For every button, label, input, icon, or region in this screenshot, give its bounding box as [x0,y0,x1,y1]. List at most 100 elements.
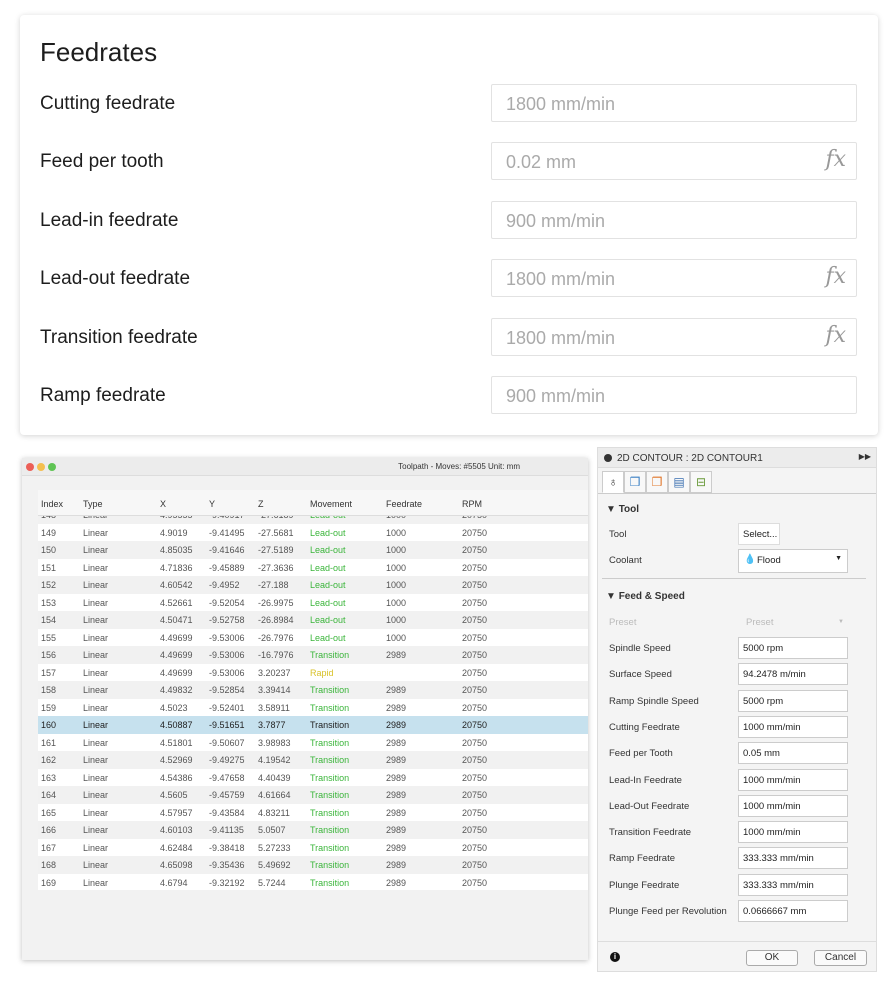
tool-select-button[interactable]: Select... [738,523,780,545]
table-row[interactable]: 166 Linear 4.60103 -9.41135 5.0507 Transition… [38,821,588,839]
table-row[interactable]: 168 Linear 4.65098 -9.35436 5.49692 Transitio… [38,856,588,874]
feed-speed-section-title[interactable]: Feed & Speed [619,591,685,602]
parameter-input[interactable]: 0.05 mm [738,742,848,765]
table-row[interactable]: 154 Linear 4.50471 -9.52758 -26.8984 Lead-out… [38,611,588,629]
passes-icon: ▤ [673,475,685,489]
cell-movement: Transition [310,825,350,835]
cell-index: 159 [41,702,57,713]
cell-z: 3.58911 [258,702,290,713]
table-row[interactable]: 153 Linear 4.52661 -9.52054 -26.9975 Lead-out… [38,594,588,612]
tool-section-title[interactable]: Tool [619,504,639,515]
table-row[interactable]: 157 Linear 4.49699 -9.53006 3.20237 Rapid 2075… [38,664,588,682]
cell-x: 4.51801 [160,737,193,748]
parameter-input[interactable]: 5000 rpm [738,637,848,659]
column-header-x[interactable]: X [160,499,166,509]
cell-z: 5.0507 [258,825,286,835]
column-header-rpm[interactable]: RPM [462,499,482,509]
column-header-z[interactable]: Z [258,499,264,509]
window-title: Toolpath - Moves: #5505 Unit: mm [398,462,520,471]
table-row[interactable]: 164 Linear 4.5605 -9.45759 4.61664 Transition… [38,786,588,804]
cancel-button[interactable]: Cancel [814,950,867,966]
collapse-icon[interactable] [604,454,612,462]
parameter-input[interactable]: 1000 mm/min [738,821,848,844]
table-row[interactable]: 156 Linear 4.49699 -9.53006 -16.7976 Transiti… [38,646,588,664]
parameter-input[interactable]: 1000 mm/min [738,794,848,817]
table-row[interactable]: 158 Linear 4.49832 -9.52854 3.39414 Transitio… [38,681,588,699]
feedrate-input[interactable]: 1800 mm/min fx [491,317,857,356]
tab-linking[interactable]: ⊟ [690,471,712,493]
cell-rpm: 20750 [462,632,488,643]
cell-y: -9.43584 [209,807,245,818]
parameter-input[interactable]: 333.333 mm/min [738,847,848,870]
column-header-y[interactable]: Y [209,499,215,509]
cell-x: 4.54386 [160,772,193,783]
cell-y: -9.52758 [209,615,245,625]
tab-passes[interactable]: ▤ [668,471,690,493]
table-row[interactable]: 167 Linear 4.62484 -9.38418 5.27233 Transitio… [38,839,588,857]
cell-type: Linear [83,650,109,660]
cell-x: 4.57957 [160,807,193,818]
cell-movement: Transition [310,685,350,695]
close-window-button[interactable] [26,463,34,471]
table-row[interactable]: 169 Linear 4.6794 -9.32192 5.7244 Transition 2… [38,874,588,891]
section-collapse-icon[interactable]: ▼ [606,504,619,515]
cell-index: 149 [41,527,57,538]
feedrate-label: Cutting feedrate [40,93,176,114]
cell-x: 4.6794 [160,877,188,888]
tab-tool[interactable]: ♁ [602,471,624,493]
table-row[interactable]: 155 Linear 4.49699 -9.53006 -26.7976 Lead-out… [38,629,588,647]
feedrate-input[interactable]: 1800 mm/min [491,84,857,122]
table-row[interactable]: 151 Linear 4.71836 -9.45889 -27.3636 Lead-out… [38,559,588,577]
cell-rpm: 20750 [462,860,488,870]
table-row[interactable]: 150 Linear 4.85035 -9.41646 -27.5189 Lead-out… [38,541,588,559]
maximize-window-button[interactable] [48,463,56,471]
cell-movement: Lead-out [310,562,346,573]
cell-type: Linear [83,877,109,888]
cell-z: 4.61664 [258,790,291,800]
parameter-input[interactable]: 1000 mm/min [738,768,848,791]
feedrate-input[interactable]: 900 mm/min [491,376,857,414]
cell-x: 4.60103 [160,825,193,835]
cell-x: 4.49699 [160,650,193,660]
coolant-dropdown[interactable]: 💧 Flood ▼ [738,549,848,573]
cell-z: -26.7976 [258,632,294,643]
table-row[interactable]: 149 Linear 4.9019 -9.41495 -27.5681 Lead-out 1… [38,524,588,542]
table-row[interactable]: 152 Linear 4.60542 -9.4952 -27.188 Lead-out 10… [38,576,588,594]
fx-icon[interactable]: fx [825,147,846,172]
expand-icon[interactable]: ▶▶ [859,452,871,461]
cell-movement: Lead-out [310,527,346,538]
table-row[interactable]: 159 Linear 4.5023 -9.52401 3.58911 Transition… [38,699,588,717]
fx-icon[interactable]: fx [825,264,846,289]
cell-feedrate: 2989 [386,650,407,660]
cell-movement: Transition [310,842,350,853]
tab-geometry[interactable]: ❒ [624,471,646,493]
parameter-input[interactable]: 0.0666667 mm [738,900,848,922]
table-row[interactable]: 165 Linear 4.57957 -9.43584 4.83211 Transitio… [38,804,588,822]
table-row[interactable]: 160 Linear 4.50887 -9.51651 3.7877 Transition… [38,716,588,734]
table-row[interactable]: 161 Linear 4.51801 -9.50607 3.98983 Transitio… [38,734,588,752]
feedrate-input[interactable]: 900 mm/min [491,200,857,239]
ok-button[interactable]: OK [746,950,798,966]
parameter-input[interactable]: 94.2478 m/min [738,663,848,686]
table-row[interactable]: 162 Linear 4.52969 -9.49275 4.19542 Transitio… [38,751,588,769]
cell-feedrate: 2989 [386,842,407,853]
section-collapse-icon[interactable]: ▼ [606,591,619,602]
table-row[interactable]: 163 Linear 4.54386 -9.47658 4.40439 Transitio… [38,769,588,787]
tab-heights[interactable]: ❒ [646,471,668,493]
feedrate-label: Lead-out feedrate [40,268,191,290]
column-header-feedrate[interactable]: Feedrate [386,499,422,509]
cell-z: -27.5189 [258,545,294,555]
minimize-window-button[interactable] [37,463,45,471]
column-header-index[interactable]: Index [41,499,63,509]
column-header-movement[interactable]: Movement [310,499,352,509]
cell-index: 164 [41,790,57,800]
preset-dropdown[interactable]: Preset [746,617,773,628]
parameter-input[interactable]: 333.333 mm/min [738,873,848,896]
column-header-type[interactable]: Type [83,499,103,509]
feedrate-input[interactable]: 1800 mm/min fx [491,259,857,298]
fx-icon[interactable]: fx [825,323,846,348]
parameter-input[interactable]: 5000 rpm [738,689,848,712]
feedrate-input[interactable]: 0.02 mm fx [491,142,857,181]
parameter-input[interactable]: 1000 mm/min [738,715,848,738]
info-icon[interactable]: i [610,952,620,962]
